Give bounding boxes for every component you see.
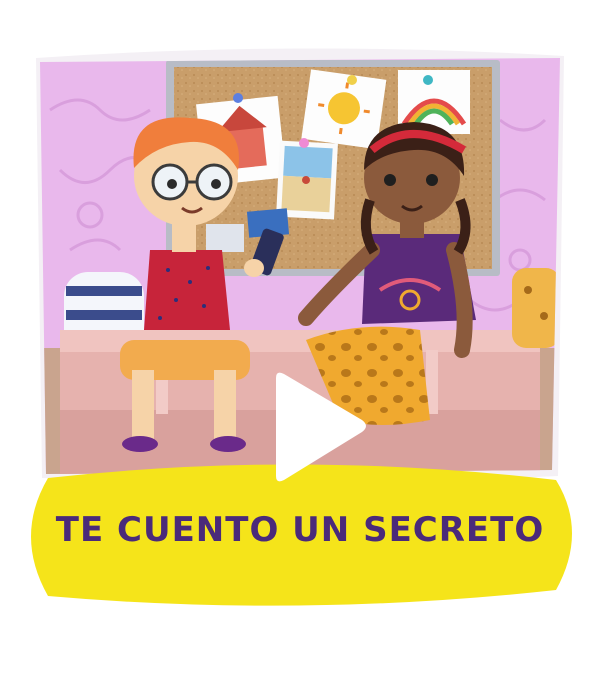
leopard-pillow <box>512 268 560 348</box>
video-thumbnail[interactable] <box>0 0 600 680</box>
play-button[interactable] <box>262 368 372 488</box>
beach-photo <box>276 140 338 220</box>
video-card[interactable]: TE CUENTO UN SECRETO <box>0 0 600 680</box>
sun-drawing <box>301 69 387 150</box>
play-icon <box>276 372 366 482</box>
calendar-card <box>206 224 244 252</box>
